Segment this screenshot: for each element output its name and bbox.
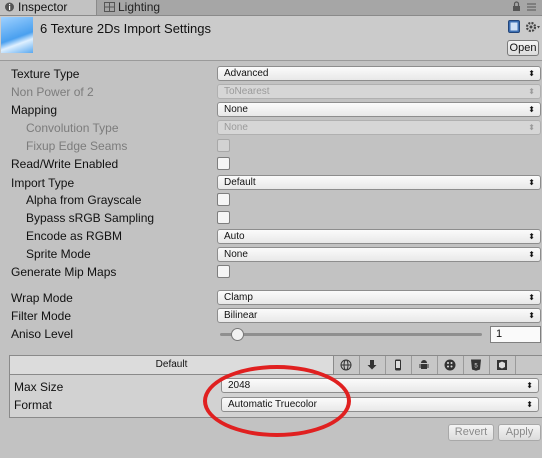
tab-lighting[interactable]: Lighting bbox=[100, 0, 190, 15]
encode-as-rgbm-dropdown[interactable]: Auto ⬍ bbox=[217, 229, 541, 244]
aniso-level-label: Aniso Level bbox=[11, 327, 74, 341]
encode-as-rgbm-value: Auto bbox=[224, 231, 245, 242]
android-icon bbox=[419, 360, 429, 369]
generate-mip-maps-checkbox[interactable] bbox=[217, 265, 230, 278]
dropdown-arrow-icon: ⬍ bbox=[526, 400, 533, 409]
filter-mode-label: Filter Mode bbox=[11, 309, 72, 323]
non-power-of-2-label: Non Power of 2 bbox=[11, 85, 94, 99]
platform-tab-webgl[interactable]: 5 bbox=[464, 356, 490, 374]
non-power-of-2-value: ToNearest bbox=[224, 86, 270, 97]
fixup-edge-seams-label: Fixup Edge Seams bbox=[26, 139, 128, 153]
bypass-srgb-checkbox[interactable] bbox=[217, 211, 230, 224]
texture-type-value: Advanced bbox=[224, 68, 269, 79]
alpha-from-grayscale-checkbox[interactable] bbox=[217, 193, 230, 206]
platform-tab-other[interactable] bbox=[490, 356, 516, 374]
sprite-mode-label: Sprite Mode bbox=[26, 247, 91, 261]
texture-type-label: Texture Type bbox=[11, 67, 80, 81]
dropdown-arrow-icon: ⬍ bbox=[528, 105, 535, 114]
generate-mip-maps-label: Generate Mip Maps bbox=[11, 265, 117, 279]
sprite-mode-dropdown[interactable]: None ⬍ bbox=[217, 247, 541, 262]
menu-icon[interactable] bbox=[527, 1, 536, 12]
convolution-type-dropdown: None ⬍ bbox=[217, 120, 541, 135]
mapping-value: None bbox=[224, 104, 248, 115]
filter-mode-value: Bilinear bbox=[224, 310, 258, 321]
lighting-icon bbox=[104, 2, 115, 12]
mapping-label: Mapping bbox=[11, 103, 58, 117]
fixup-edge-seams-checkbox bbox=[217, 139, 230, 152]
platform-tab-standalone[interactable] bbox=[360, 356, 386, 374]
aniso-level-value: 1 bbox=[496, 328, 503, 340]
wrap-mode-dropdown[interactable]: Clamp ⬍ bbox=[217, 290, 541, 305]
page-title: 6 Texture 2Ds Import Settings bbox=[40, 21, 212, 36]
import-type-dropdown[interactable]: Default ⬍ bbox=[217, 175, 541, 190]
read-write-enabled-label: Read/Write Enabled bbox=[11, 157, 119, 171]
max-size-label: Max Size bbox=[14, 380, 64, 394]
platform-tab-blackberry[interactable] bbox=[438, 356, 464, 374]
read-write-enabled-checkbox[interactable] bbox=[217, 157, 230, 170]
phone-icon bbox=[395, 359, 401, 371]
gear-icon[interactable] bbox=[525, 20, 541, 34]
texture-type-dropdown[interactable]: Advanced ⬍ bbox=[217, 66, 541, 81]
wrap-mode-label: Wrap Mode bbox=[11, 291, 73, 305]
texture-thumbnail bbox=[1, 17, 33, 53]
wrap-mode-value: Clamp bbox=[224, 292, 253, 303]
dropdown-arrow-icon: ⬍ bbox=[528, 293, 535, 302]
open-button[interactable]: Open bbox=[507, 40, 539, 56]
convolution-type-label: Convolution Type bbox=[26, 121, 119, 135]
sprite-mode-value: None bbox=[224, 249, 248, 260]
aniso-level-slider-knob[interactable] bbox=[231, 328, 244, 341]
bypass-srgb-label: Bypass sRGB Sampling bbox=[26, 211, 155, 225]
dropdown-arrow-icon: ⬍ bbox=[528, 250, 535, 259]
non-power-of-2-dropdown: ToNearest ⬍ bbox=[217, 84, 541, 99]
help-book-icon[interactable] bbox=[508, 20, 520, 33]
platform-tab-android[interactable] bbox=[412, 356, 438, 374]
aniso-level-field[interactable]: 1 bbox=[490, 326, 541, 343]
tab-inspector-label: Inspector bbox=[18, 0, 68, 14]
import-type-label: Import Type bbox=[11, 176, 75, 190]
dropdown-arrow-icon: ⬍ bbox=[528, 311, 535, 320]
convolution-type-value: None bbox=[224, 122, 248, 133]
lock-icon[interactable] bbox=[512, 1, 521, 12]
info-icon bbox=[5, 2, 14, 12]
platform-tab-ios[interactable] bbox=[386, 356, 412, 374]
dropdown-arrow-icon: ⬍ bbox=[528, 69, 535, 78]
aniso-level-slider-track[interactable] bbox=[220, 333, 482, 336]
filter-mode-dropdown[interactable]: Bilinear ⬍ bbox=[217, 308, 541, 323]
apply-button[interactable]: Apply bbox=[498, 424, 541, 441]
download-icon bbox=[367, 360, 377, 370]
dropdown-arrow-icon: ⬍ bbox=[528, 178, 535, 187]
tab-bar: Inspector Lighting bbox=[0, 0, 542, 16]
annotation-ellipse bbox=[203, 365, 351, 437]
mapping-dropdown[interactable]: None ⬍ bbox=[217, 102, 541, 117]
dropdown-arrow-icon: ⬍ bbox=[528, 123, 535, 132]
revert-button[interactable]: Revert bbox=[448, 424, 494, 441]
html5-icon: 5 bbox=[471, 359, 481, 371]
dropdown-arrow-icon: ⬍ bbox=[528, 87, 535, 96]
tab-lighting-label: Lighting bbox=[118, 0, 161, 14]
import-type-value: Default bbox=[224, 177, 256, 188]
platform-tab-web[interactable] bbox=[334, 356, 360, 374]
dropdown-arrow-icon: ⬍ bbox=[528, 232, 535, 241]
dropdown-arrow-icon: ⬍ bbox=[526, 381, 533, 390]
package-icon bbox=[497, 360, 507, 370]
format-label: Format bbox=[14, 398, 53, 412]
blackberry-icon bbox=[444, 359, 456, 371]
tab-inspector[interactable]: Inspector bbox=[0, 0, 97, 15]
alpha-from-grayscale-label: Alpha from Grayscale bbox=[26, 193, 142, 207]
globe-icon bbox=[340, 359, 352, 371]
encode-as-rgbm-label: Encode as RGBM bbox=[26, 229, 123, 243]
